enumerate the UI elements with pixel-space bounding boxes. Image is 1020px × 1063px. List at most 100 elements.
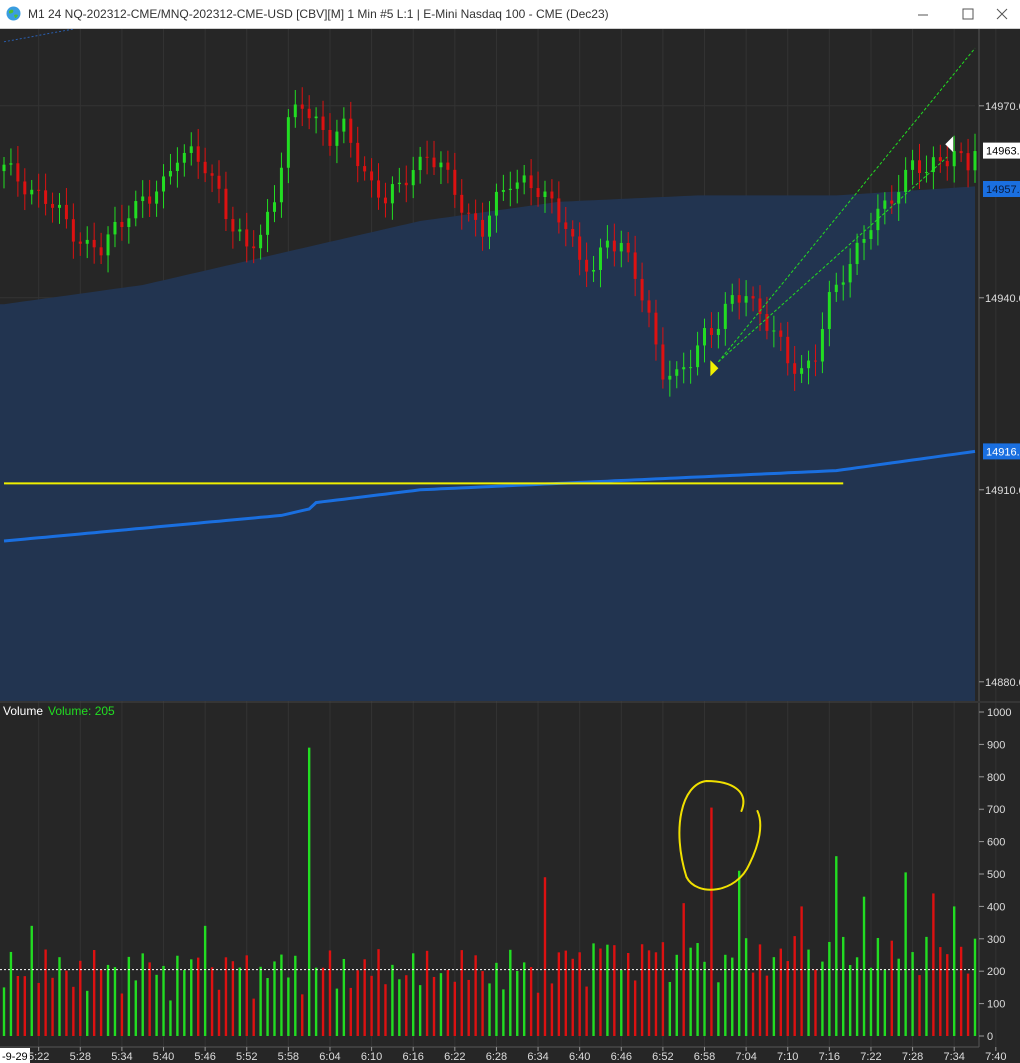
candle-body — [113, 221, 117, 235]
candle-body — [272, 202, 276, 212]
candle-body — [71, 219, 75, 242]
candle-body — [210, 173, 214, 176]
candle-body — [904, 169, 908, 193]
candle-body — [522, 175, 526, 183]
price-label-text: 14957.4 — [986, 184, 1020, 196]
candle-body — [619, 242, 623, 252]
candle-body — [182, 152, 186, 163]
candle-body — [411, 170, 415, 186]
candle-body — [689, 367, 693, 369]
candle-body — [175, 162, 179, 172]
candle-body — [744, 296, 748, 303]
volume-bar — [287, 977, 290, 1036]
time-tick-label: 5:22 — [28, 1051, 49, 1063]
candle-body — [501, 190, 505, 192]
volume-bar — [613, 945, 616, 1036]
volume-bar — [543, 877, 547, 1036]
volume-value-label: Volume: 205 — [48, 704, 115, 718]
candle-body — [321, 116, 325, 130]
volume-bar — [724, 954, 727, 1036]
candle-body — [203, 161, 207, 174]
volume-bar — [217, 989, 221, 1036]
candle-body — [827, 292, 831, 330]
candle-body — [973, 151, 977, 171]
minimize-icon[interactable] — [912, 4, 934, 24]
volume-bar — [703, 961, 706, 1036]
volume-bar — [384, 984, 387, 1036]
candle-body — [474, 213, 478, 220]
volume-bar — [23, 976, 27, 1036]
candle-body — [141, 196, 145, 202]
volume-bar — [654, 952, 658, 1036]
time-tick-label: 7:22 — [860, 1051, 881, 1063]
volume-bar — [453, 981, 457, 1036]
candle-body — [286, 117, 290, 168]
candle-body — [16, 163, 20, 182]
volume-bar — [925, 936, 928, 1036]
candle-body — [640, 278, 644, 301]
chart-canvas[interactable]: 14970.00 14940.00 14910.00 14880.00 14963.0 1… — [0, 29, 1020, 1063]
candle-body — [92, 239, 96, 248]
candle-body — [945, 160, 949, 167]
candle-body — [564, 222, 568, 229]
candle-body — [696, 345, 700, 368]
volume-bar — [578, 952, 581, 1036]
volume-bar — [710, 807, 713, 1036]
candle-body — [779, 330, 783, 337]
volume-bar — [585, 986, 588, 1036]
volume-bar — [689, 947, 692, 1036]
candle-body — [716, 328, 720, 335]
volume-bar — [495, 962, 498, 1036]
volume-tick-label: 500 — [987, 869, 1005, 881]
candle-body — [349, 118, 353, 143]
price-label-text: 14963.0 — [986, 146, 1020, 158]
close-icon[interactable] — [991, 4, 1013, 24]
volume-bar — [342, 958, 346, 1036]
volume-bar — [79, 960, 82, 1036]
volume-bar — [58, 957, 61, 1036]
volume-bar — [9, 951, 13, 1036]
volume-bar — [51, 977, 54, 1036]
candle-body — [356, 142, 360, 167]
candle-body — [252, 246, 256, 249]
maximize-icon[interactable] — [957, 4, 979, 24]
candle-body — [51, 203, 55, 208]
candle-body — [78, 241, 82, 244]
volume-bar — [668, 981, 672, 1036]
volume-tick-label: 600 — [987, 837, 1005, 849]
volume-bar — [210, 967, 214, 1036]
time-tick-label: 6:52 — [652, 1051, 673, 1063]
volume-bar — [86, 990, 89, 1036]
time-tick-label: 5:52 — [236, 1051, 257, 1063]
candle-body — [841, 282, 845, 285]
candle-body — [99, 247, 103, 256]
window-title: M1 24 NQ-202312-CME/MNQ-202312-CME-USD [… — [28, 7, 609, 21]
volume-bar — [37, 982, 40, 1036]
volume-bar — [952, 906, 956, 1036]
candle-body — [453, 169, 457, 195]
volume-bar — [72, 986, 75, 1036]
volume-bar — [412, 953, 415, 1036]
volume-bar — [876, 937, 880, 1036]
volume-bar — [751, 972, 755, 1036]
volume-bar — [807, 949, 810, 1036]
volume-bar — [30, 925, 33, 1036]
volume-bar — [446, 969, 450, 1036]
candle-body — [30, 189, 34, 195]
candle-body — [709, 328, 713, 335]
candle-body — [876, 208, 880, 231]
volume-bar — [918, 975, 921, 1036]
volume-bar — [314, 967, 318, 1036]
volume-tick-label: 900 — [987, 739, 1005, 751]
volume-bar — [231, 961, 235, 1036]
globe-icon — [6, 6, 21, 21]
candle-body — [529, 175, 533, 189]
volume-bar — [821, 961, 824, 1036]
volume-bar — [92, 950, 96, 1036]
candle-body — [952, 151, 956, 167]
candle-body — [633, 252, 637, 279]
candle-body — [377, 180, 381, 198]
candle-body — [155, 191, 159, 204]
candle-body — [661, 344, 665, 380]
candle-body — [64, 204, 68, 220]
